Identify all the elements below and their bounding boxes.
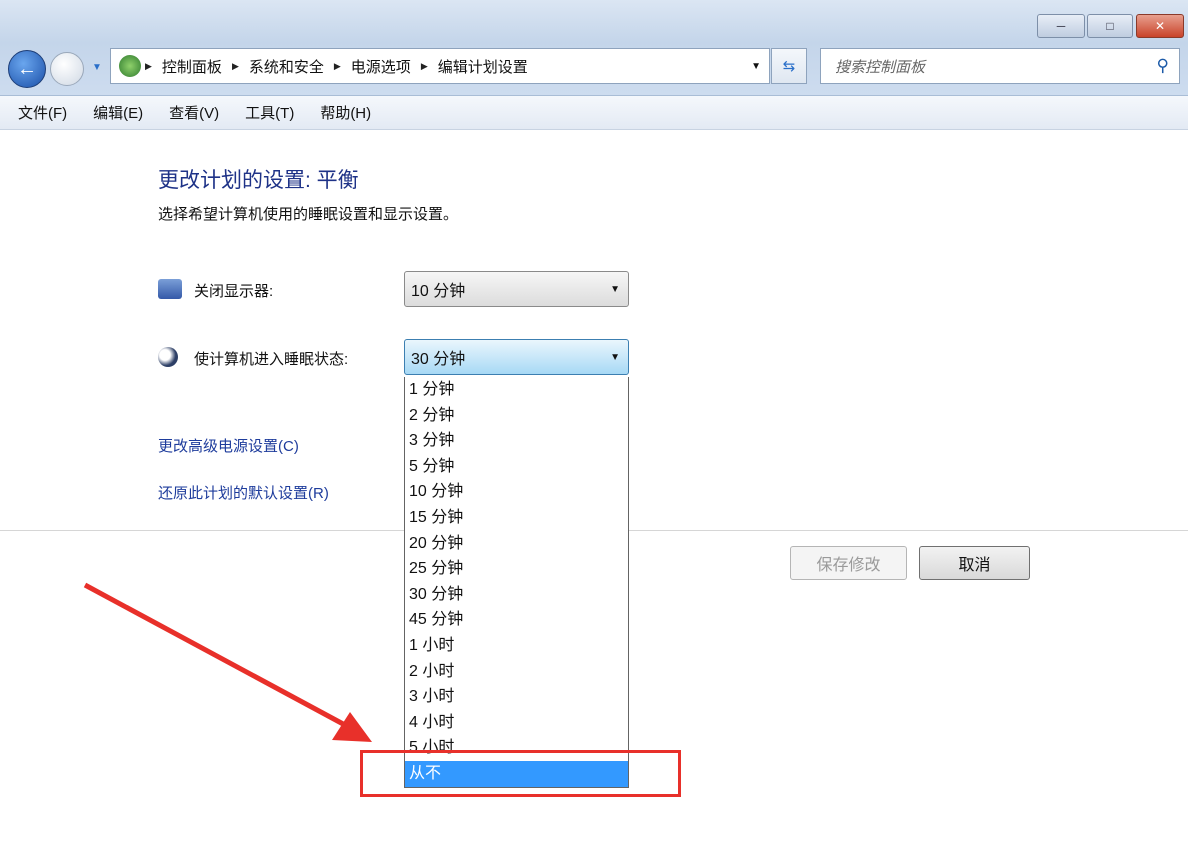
arrow-shaft <box>85 585 345 725</box>
annotation-arrow <box>0 0 1188 856</box>
arrow-head-icon <box>332 712 372 742</box>
annotation-highlight-box <box>360 750 681 797</box>
